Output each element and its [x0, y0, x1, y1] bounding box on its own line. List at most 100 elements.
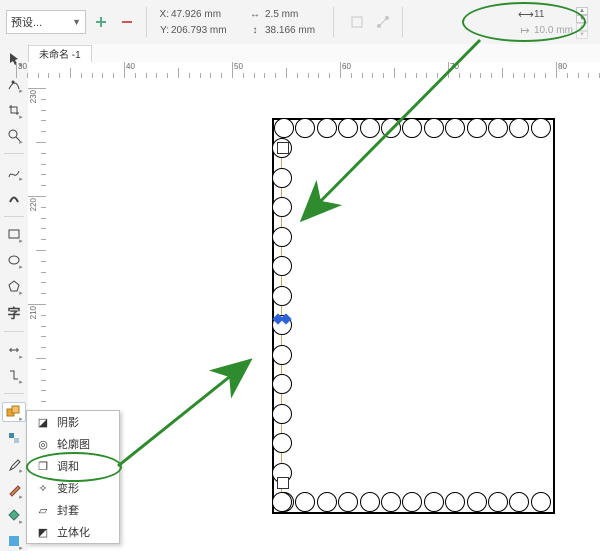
blend-circle	[488, 492, 508, 512]
blend-circle	[317, 118, 337, 138]
blend-circle	[467, 492, 487, 512]
flyout-item-contour[interactable]: ◎轮廓图	[27, 433, 119, 455]
blend-icon: ❐	[35, 458, 51, 474]
parallel-dimension-tool[interactable]: ▸	[2, 340, 26, 360]
blend-circle	[272, 374, 292, 394]
separator	[146, 7, 147, 37]
flyout-item-distort[interactable]: ✧ 变形	[27, 477, 119, 499]
distort-icon: ✧	[35, 480, 51, 496]
text-tool[interactable]: 字	[2, 302, 26, 323]
blend-circle	[272, 197, 292, 217]
page-rectangle	[272, 118, 555, 514]
flyout-item-extrude[interactable]: ◩立体化	[27, 521, 119, 543]
drawing-canvas[interactable]: /*placeholder*/	[46, 78, 600, 551]
flyout-label: 阴影	[57, 414, 79, 430]
spacing-input[interactable]: 10.0 mm	[534, 25, 574, 36]
shape-tool[interactable]: ▸	[2, 74, 26, 94]
flyout-label: 变形	[57, 480, 79, 496]
blend-circle	[531, 492, 551, 512]
steps-icon: ⟷	[518, 8, 532, 21]
blend-accel-handle[interactable]	[274, 312, 290, 326]
separator	[333, 7, 334, 37]
flyout-item-blend[interactable]: ❐ 调和	[27, 455, 119, 477]
interactive-fill-tool[interactable]: ▸	[2, 531, 26, 551]
blend-tool[interactable]: ▸	[2, 402, 26, 422]
chevron-down-icon: ▼	[72, 17, 81, 27]
remove-preset-button[interactable]	[116, 11, 138, 33]
blend-circle	[488, 118, 508, 138]
blend-circle	[317, 492, 337, 512]
direct-blend-button[interactable]	[372, 11, 394, 33]
app-root: 预设... ▼ X:47.926 mm Y:206.793 mm ↔ 2.5 mm…	[0, 0, 600, 551]
flyout-label: 调和	[57, 458, 79, 474]
width-icon: ↔	[249, 9, 261, 20]
polygon-tool[interactable]: ▸	[2, 276, 26, 296]
document-strip: 未命名 -1	[28, 44, 600, 63]
property-bar: 预设... ▼ X:47.926 mm Y:206.793 mm ↔ 2.5 mm…	[0, 0, 600, 45]
flyout-item-envelope[interactable]: ▱封套	[27, 499, 119, 521]
blend-circle	[360, 492, 380, 512]
blend-steps-block: ⟷ 11 ▲▼ ↦ 10.0 mm ▲▼	[518, 4, 588, 40]
blend-end-handle[interactable]	[277, 477, 289, 489]
y-label: Y:	[155, 25, 169, 36]
toolbox-separator	[4, 216, 24, 217]
horizontal-ruler[interactable]: 304050607080	[46, 62, 600, 79]
spacing-spinner[interactable]: ▲▼	[576, 23, 588, 37]
blend-circle	[424, 492, 444, 512]
loop-blend-button[interactable]	[346, 11, 368, 33]
crop-tool[interactable]: ▸	[2, 100, 26, 120]
eyedropper-tool[interactable]: ▸	[2, 454, 26, 474]
freehand-tool[interactable]: ▸	[2, 162, 26, 182]
document-tab-label: 未命名 -1	[39, 46, 81, 61]
blend-circle	[274, 118, 294, 138]
spacing-icon: ↦	[518, 24, 532, 37]
x-label: X:	[155, 9, 169, 20]
y-value: 206.793 mm	[171, 25, 243, 36]
blend-circle	[381, 118, 401, 138]
fill-tool[interactable]: ▸	[2, 505, 26, 525]
shadow-icon: ◪	[35, 414, 51, 430]
add-preset-button[interactable]	[90, 11, 112, 33]
envelope-icon: ▱	[35, 502, 51, 518]
steps-spinner[interactable]: ▲▼	[576, 7, 588, 21]
toolbox-separator	[4, 153, 24, 154]
blend-circle	[272, 492, 292, 512]
height-value: 38.166 mm	[265, 25, 325, 36]
blend-circle	[272, 168, 292, 188]
rectangle-tool[interactable]: ▸	[2, 225, 26, 245]
blend-circle	[272, 256, 292, 276]
blend-circle	[424, 118, 444, 138]
steps-input[interactable]: 11	[534, 9, 574, 20]
ellipse-tool[interactable]: ▸	[2, 250, 26, 270]
blend-circle	[272, 433, 292, 453]
blend-circle	[272, 404, 292, 424]
presets-dropdown[interactable]: 预设... ▼	[6, 10, 86, 34]
connector-tool[interactable]: ▸	[2, 366, 26, 386]
size-readout: ↔ 2.5 mm ↕ 38.166 mm	[249, 2, 325, 42]
toolbox-separator	[4, 331, 24, 332]
blend-circle	[531, 118, 551, 138]
presets-label: 预设...	[11, 14, 42, 30]
flyout-label: 立体化	[57, 524, 90, 540]
position-readout: X:47.926 mm Y:206.793 mm	[155, 2, 243, 42]
blend-circle	[272, 286, 292, 306]
document-tab[interactable]: 未命名 -1	[28, 45, 92, 62]
artistic-media-tool[interactable]	[2, 188, 26, 208]
zoom-tool[interactable]: ▸	[2, 125, 26, 145]
effects-flyout: ◪ 阴影 ◎轮廓图 ❐ 调和 ✧ 变形 ▱封套 ◩立体化	[26, 410, 120, 544]
blend-circle	[272, 345, 292, 365]
x-value: 47.926 mm	[171, 9, 243, 20]
contour-icon: ◎	[35, 436, 51, 452]
blend-end-handle[interactable]	[277, 142, 289, 154]
toolbox: ▸ ▸ ▸ ▸ ▸ ▸ ▸ ▸ 字 ▸ ▸ ▸ ▸ ▸ ▸ ▸	[0, 44, 29, 551]
blend-circle	[272, 227, 292, 247]
blend-circle	[467, 118, 487, 138]
blend-circle	[360, 118, 380, 138]
height-icon: ↕	[249, 25, 261, 36]
width-value: 2.5 mm	[265, 9, 325, 20]
separator	[402, 7, 403, 37]
flyout-item-shadow[interactable]: ◪ 阴影	[27, 411, 119, 433]
blend-circle	[381, 492, 401, 512]
outline-pen-tool[interactable]: ▸	[2, 480, 26, 500]
transparency-tool[interactable]	[2, 428, 26, 448]
